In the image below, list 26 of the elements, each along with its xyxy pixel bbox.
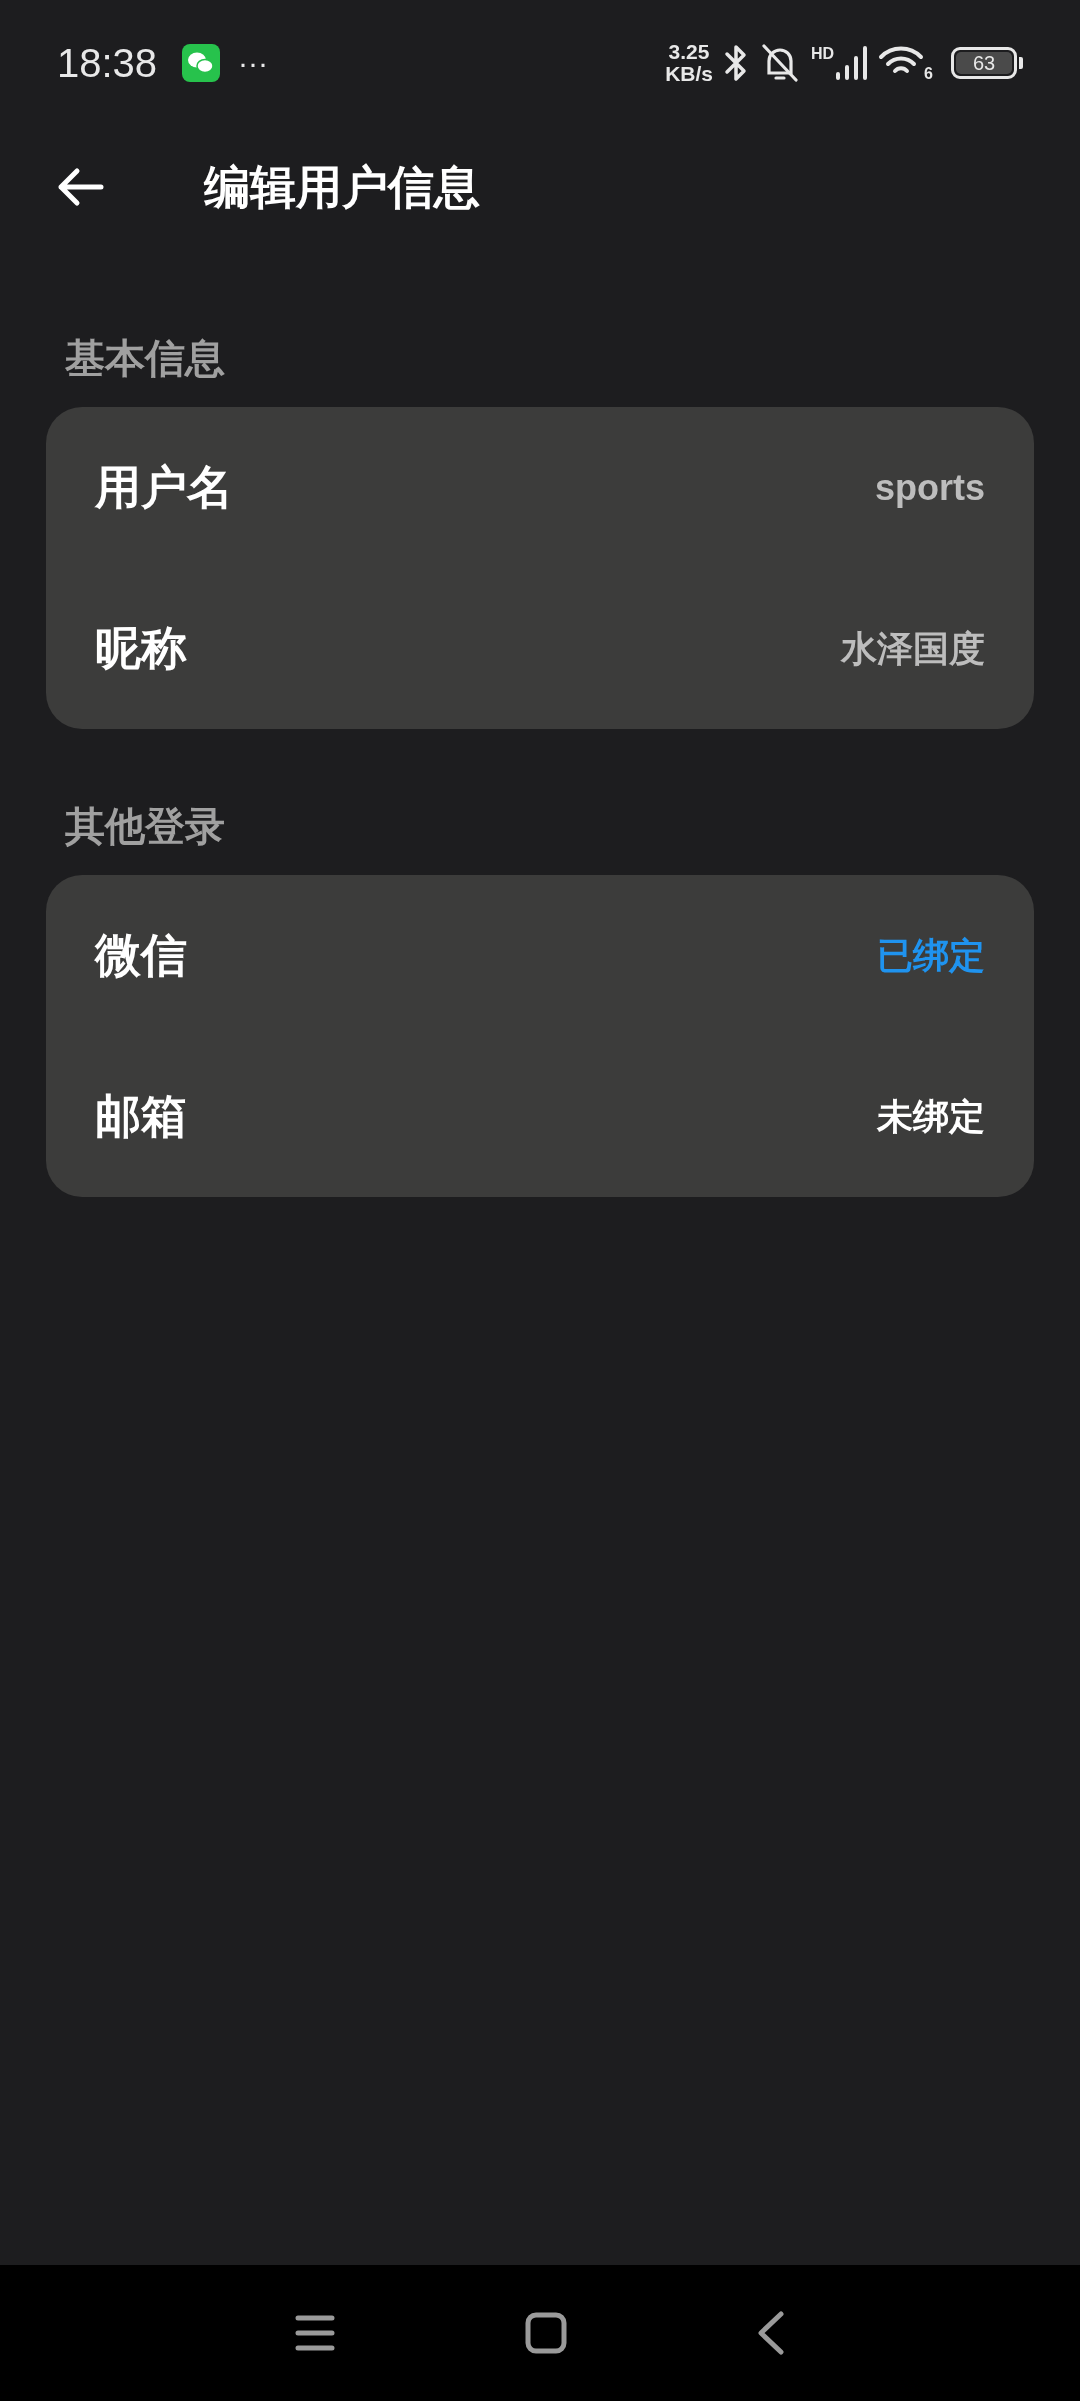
section-title: 基本信息	[65, 335, 226, 382]
settings-row[interactable]: 邮箱 未绑定	[46, 1036, 1034, 1197]
settings-row[interactable]: 昵称 水泽国度	[46, 568, 1034, 729]
settings-row[interactable]: 微信 已绑定	[46, 875, 1034, 1036]
section-title: 其他登录	[65, 803, 226, 850]
row-value: 水泽国度	[841, 626, 985, 671]
network-speed: 3.25 KB/s	[665, 40, 713, 85]
row-value: sports	[874, 465, 985, 510]
row-label: 用户名	[95, 460, 233, 515]
row-label: 邮箱	[95, 1089, 187, 1144]
network-type-label: HD	[811, 45, 835, 62]
wifi-label: 6	[924, 65, 933, 82]
settings-row[interactable]: 用户名 sports	[46, 407, 1034, 568]
row-label: 微信	[95, 928, 187, 983]
battery-indicator: 63	[951, 46, 1023, 79]
page-title: 编辑用户信息	[204, 159, 480, 215]
menu-icon[interactable]	[295, 2314, 335, 2352]
back-icon[interactable]	[757, 2311, 785, 2355]
row-value: 未绑定	[877, 1094, 985, 1139]
chat-app-icon	[182, 43, 221, 82]
row-value: 已绑定	[877, 933, 985, 978]
home-icon[interactable]	[525, 2312, 567, 2354]
signal-icon	[836, 45, 869, 80]
row-label: 昵称	[95, 621, 187, 676]
status-time: 18:38	[57, 39, 158, 87]
more-notifications: ···	[238, 47, 269, 78]
